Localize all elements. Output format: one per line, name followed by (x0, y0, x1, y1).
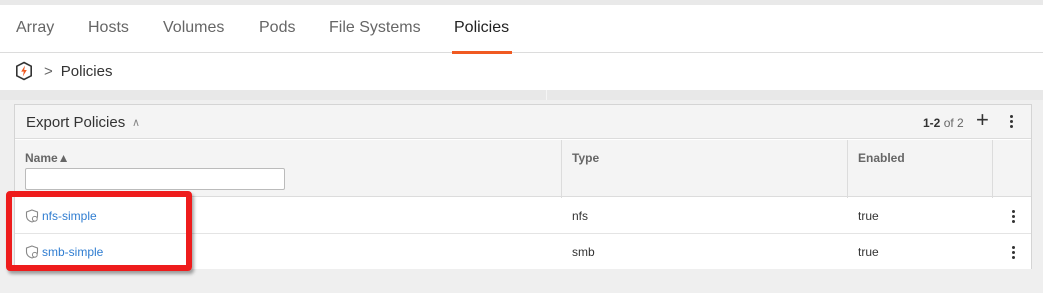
policy-enabled: true (858, 209, 879, 223)
policy-type: smb (572, 245, 595, 259)
tab-policies[interactable]: Policies (454, 19, 509, 37)
pagination-range: 1-2 (923, 116, 941, 130)
tab-bar: Array Hosts Volumes Pods File Systems Po… (0, 5, 1043, 54)
array-logo-icon[interactable] (14, 61, 34, 81)
row-actions-icon[interactable] (1010, 246, 1016, 261)
active-tab-indicator (452, 51, 512, 54)
tab-volumes[interactable]: Volumes (163, 19, 224, 37)
name-filter-input[interactable] (25, 168, 285, 190)
content-top-divider (546, 90, 547, 100)
tab-array[interactable]: Array (16, 19, 54, 37)
more-options-icon[interactable] (1008, 115, 1014, 130)
column-header-enabled[interactable]: Enabled (858, 151, 905, 165)
breadcrumb-current: Policies (60, 62, 113, 80)
chevron-up-icon[interactable]: ∧ (132, 116, 140, 129)
pagination-info: 1-2 of 2 (923, 116, 964, 130)
column-header-type[interactable]: Type (572, 151, 599, 165)
policy-type: nfs (572, 209, 589, 223)
add-icon[interactable]: + (976, 109, 989, 131)
tab-file-systems[interactable]: File Systems (329, 19, 421, 37)
content-top-band (0, 90, 1043, 100)
breadcrumb-separator: > (44, 62, 53, 80)
card-header: Export Policies ∧ 1-2 of 2 + (15, 105, 1031, 139)
highlight-annotation-box (6, 191, 192, 271)
policy-enabled: true (858, 245, 879, 259)
tab-pods[interactable]: Pods (259, 19, 295, 37)
column-header-name[interactable]: Name▲ (25, 151, 70, 165)
section-title[interactable]: Export Policies (26, 114, 125, 131)
pagination-total: of 2 (943, 116, 964, 130)
tab-hosts[interactable]: Hosts (88, 19, 129, 37)
table-header: Name▲ Type Enabled (15, 140, 1031, 197)
breadcrumb: > Policies (14, 60, 112, 82)
row-actions-icon[interactable] (1010, 210, 1016, 225)
